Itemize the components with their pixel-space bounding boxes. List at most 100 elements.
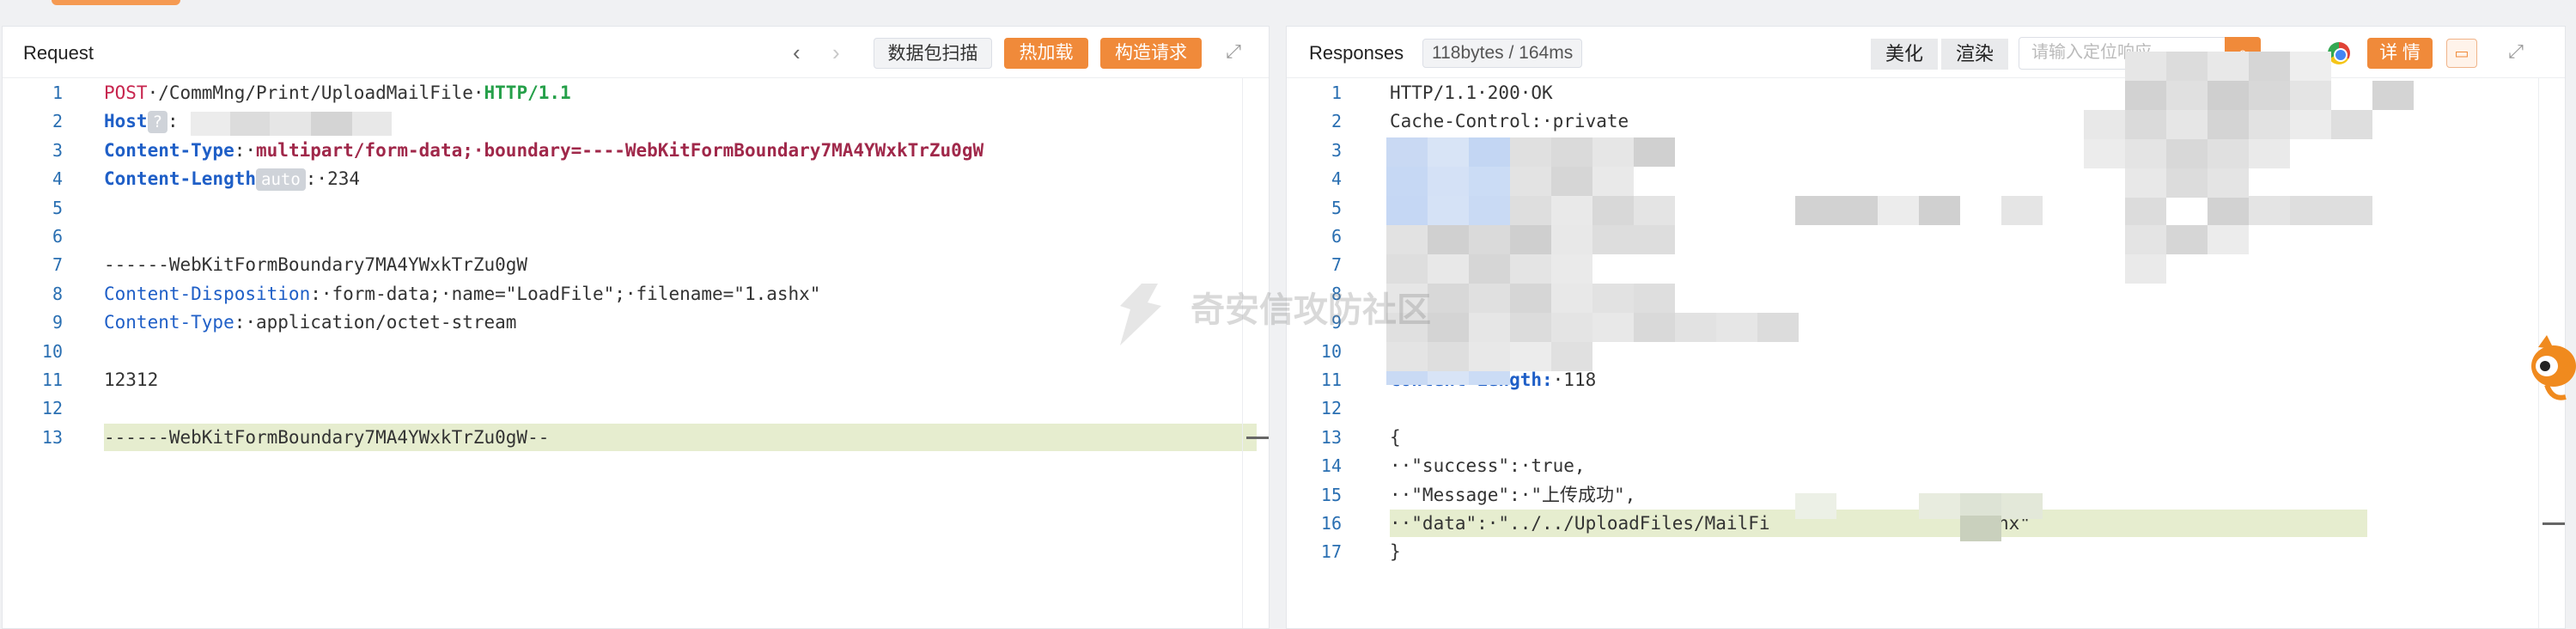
code-token: :· — [234, 139, 257, 161]
code-line: 12 — [3, 394, 1269, 422]
redaction-block — [2125, 225, 2166, 254]
code-line: 10 — [3, 338, 1269, 365]
redaction-block — [1428, 371, 1469, 385]
redaction-block — [1510, 313, 1551, 342]
redaction-block — [1592, 196, 1634, 225]
build-request-button[interactable]: 构造请求 — [1100, 38, 1202, 69]
redaction-block — [2372, 81, 2414, 110]
redaction-block — [1592, 167, 1634, 196]
placeholder-chip: ? — [147, 111, 168, 134]
request-header: Request ‹ › 数据包扫描 热加载 构造请求 ⤢ — [3, 27, 1269, 78]
redaction-block — [2290, 196, 2372, 225]
line-content: Content-Disposition:·form-data;·name="Lo… — [104, 280, 820, 308]
line-number: 13 — [41, 426, 63, 448]
redaction-block — [1469, 137, 1510, 167]
editor-scroll-track — [1242, 78, 1243, 628]
line-number: 4 — [1331, 168, 1342, 190]
redaction-block — [1469, 167, 1510, 196]
code-token: HTTP/1.1·200·OK — [1390, 82, 1553, 103]
redaction-block — [1510, 225, 1551, 254]
expand-icon[interactable]: ⤢ — [1222, 40, 1245, 63]
code-token: Cache-Control:·private — [1390, 111, 1629, 132]
redaction-block — [1386, 371, 1428, 385]
code-token: Content-Type — [104, 312, 234, 333]
redaction-block — [311, 112, 352, 136]
redaction-block — [2208, 110, 2249, 139]
redaction-block — [1551, 284, 1592, 313]
redaction-block — [1386, 254, 1428, 284]
redaction-block — [1551, 196, 1592, 225]
beautify-button[interactable]: 美化 — [1871, 39, 1938, 70]
redaction-block — [2249, 196, 2290, 225]
line-number: 4 — [52, 168, 63, 190]
redaction-block — [1510, 196, 1551, 225]
line-content: POST·/CommMng/Print/UploadMailFile·HTTP/… — [104, 79, 571, 107]
watermark-text: 奇安信攻防社区 — [1191, 291, 1431, 329]
code-line: 7 ------WebKitFormBoundary7MA4YWxkTrZu0gW — [3, 251, 1269, 278]
redaction-block — [2290, 110, 2331, 139]
redaction-block — [1428, 167, 1469, 196]
comment-icon[interactable]: ▭ — [2446, 39, 2477, 68]
redaction-block — [1592, 313, 1634, 342]
request-editor[interactable]: 1 POST·/CommMng/Print/UploadMailFile·HTTP… — [3, 79, 1269, 628]
mascot-icon[interactable] — [2521, 332, 2576, 404]
line-content: Content-Type:·multipart/form-data;·bound… — [104, 137, 984, 164]
code-token: Content-Disposition — [104, 283, 311, 304]
redaction-block — [1919, 196, 1960, 225]
redaction-block — [352, 112, 392, 136]
line-content: Content-Length auto:·234 — [104, 165, 360, 192]
chevron-right-icon[interactable]: › — [832, 39, 840, 66]
redaction-block — [2125, 81, 2166, 110]
redaction-block — [2208, 81, 2249, 110]
redaction-block — [2084, 139, 2125, 168]
redaction-block — [2249, 81, 2290, 110]
redaction-block — [2125, 254, 2166, 284]
redaction-block — [2125, 139, 2166, 168]
line-content: ------WebKitFormBoundary7MA4YWxkTrZu0gW — [104, 251, 527, 278]
expand-icon[interactable]: ⤢ — [2505, 40, 2527, 63]
redaction-block — [1428, 284, 1469, 313]
line-content: HTTP/1.1·200·OK — [1390, 79, 1553, 107]
code-token: Host — [104, 111, 148, 132]
redaction-block — [1675, 313, 1716, 342]
top-tab-indicator — [52, 0, 180, 5]
redaction-block — [1592, 284, 1634, 313]
code-line: 13 { — [1287, 424, 2565, 451]
code-token: ··"success":·true, — [1390, 455, 1586, 477]
line-content: Cache-Control:·private — [1390, 107, 1629, 135]
redaction-block — [1386, 342, 1428, 371]
code-token: ------WebKitFormBoundary7MA4YWxkTrZu0gW-… — [104, 426, 550, 448]
redaction-block — [1469, 225, 1510, 254]
code-line: 11 12312 — [3, 366, 1269, 394]
code-token: :·234 — [305, 168, 360, 190]
redaction-block — [2290, 81, 2331, 110]
code-line: 1 POST·/CommMng/Print/UploadMailFile·HTTP… — [3, 79, 1269, 107]
redaction-block — [1469, 371, 1510, 385]
code-token: ·/CommMng/Print/UploadMailFile· — [147, 82, 484, 103]
redaction-block — [1919, 493, 1960, 519]
line-number: 17 — [1320, 541, 1342, 563]
watermark-logo-icon — [1120, 284, 1161, 345]
chevron-left-icon[interactable]: ‹ — [793, 39, 801, 66]
redaction-block — [270, 112, 311, 136]
line-number: 2 — [1331, 111, 1342, 132]
line-number: 6 — [1331, 226, 1342, 247]
packet-scan-button[interactable]: 数据包扫描 — [874, 38, 992, 69]
scroll-marker — [1246, 436, 1269, 439]
redaction-block — [2249, 110, 2290, 139]
detail-button[interactable]: 详 情 — [2367, 38, 2433, 69]
hot-load-button[interactable]: 热加载 — [1004, 38, 1088, 69]
line-number: 3 — [1331, 139, 1342, 161]
render-button[interactable]: 渲染 — [1941, 39, 2008, 70]
redaction-block — [1634, 313, 1675, 342]
line-number: 8 — [52, 283, 63, 304]
redaction-block — [2208, 168, 2249, 198]
line-number: 10 — [41, 340, 63, 362]
code-line: 17} — [1287, 538, 2565, 565]
redaction-block — [2166, 110, 2208, 139]
redaction-block — [2208, 196, 2249, 225]
code-token: ------WebKitFormBoundary7MA4YWxkTrZu0gW — [104, 254, 528, 276]
redaction-block — [1510, 284, 1551, 313]
request-title: Request — [23, 42, 94, 64]
redaction-block — [1510, 137, 1551, 167]
